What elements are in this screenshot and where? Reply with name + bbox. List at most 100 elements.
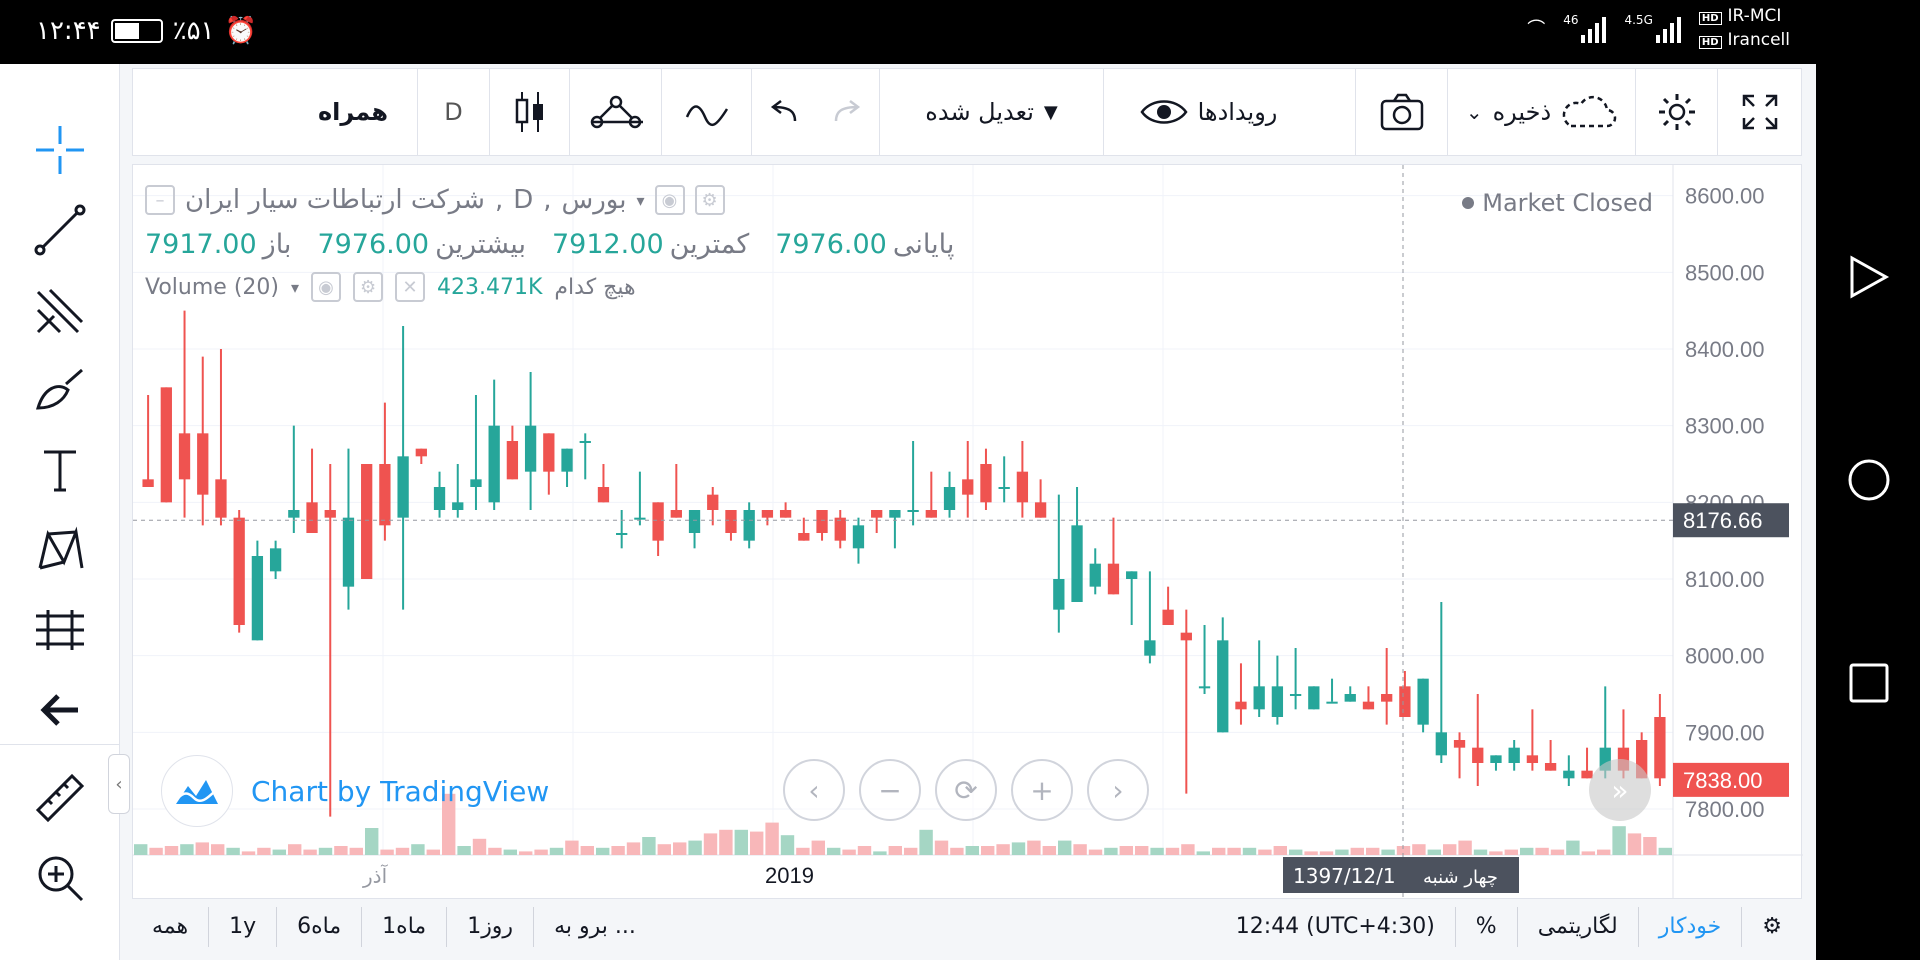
chart-panel[interactable]: 8600.00 8500.00 8400.00 8300.00 8200.00 8100.…: [132, 164, 1803, 954]
close-icon[interactable]: ✕: [395, 272, 426, 302]
candle-body: [743, 510, 755, 541]
candle-body: [1417, 678, 1429, 725]
collapse-legend-button[interactable]: –: [145, 185, 175, 215]
chart-type-button[interactable]: [489, 68, 569, 156]
candle-body: [397, 456, 409, 518]
last-price-label: 7838.00: [1683, 768, 1763, 793]
candle-body: [962, 479, 974, 495]
candle-body: [415, 448, 427, 457]
percent-toggle[interactable]: %: [1456, 906, 1518, 947]
save-button[interactable]: ⌄ ذخیره: [1447, 68, 1635, 156]
hide-drawings-tool[interactable]: [30, 680, 90, 740]
candle-body: [798, 533, 810, 541]
visibility-icon[interactable]: ◉: [654, 185, 685, 215]
volume-bar: [1550, 849, 1565, 855]
text-tool[interactable]: [30, 440, 90, 500]
redo-button[interactable]: [815, 68, 879, 156]
undo-button[interactable]: [751, 68, 815, 156]
low-value: 7912.00: [551, 229, 664, 260]
range-1d[interactable]: 1روز: [447, 906, 535, 947]
candle-body: [1107, 563, 1120, 595]
pattern-tool[interactable]: [30, 520, 90, 580]
prediction-icon: [36, 610, 84, 650]
volume-bar: [719, 829, 733, 855]
volume-bar: [1658, 847, 1672, 855]
chart-properties-button[interactable]: ⚙: [1742, 907, 1802, 947]
chart-nav-controls: ‹ − ⟳ + ›: [783, 759, 1149, 821]
volume-bar: [1412, 844, 1426, 855]
volume-bar: [164, 846, 179, 855]
compare-symbols-button[interactable]: [569, 68, 661, 156]
volume-bar: [134, 844, 148, 855]
gear-icon: ⚙: [1762, 914, 1782, 939]
zoom-out-button[interactable]: −: [859, 759, 921, 821]
visibility-icon[interactable]: ◉: [311, 272, 342, 302]
volume-bar: [1489, 851, 1503, 855]
gear-icon[interactable]: ⚙: [353, 272, 384, 302]
legend-separator: ,: [494, 185, 504, 215]
compare-label: همراه: [317, 98, 389, 126]
volume-bar: [180, 844, 194, 855]
interval-button[interactable]: D: [417, 68, 489, 156]
timezone-button[interactable]: 12:44 (UTC+4:30): [1216, 906, 1456, 947]
log-toggle[interactable]: لگاریتمی: [1518, 906, 1639, 947]
pitchfork-tool[interactable]: [30, 280, 90, 340]
goto-date-button[interactable]: برو به ...: [534, 907, 656, 947]
prediction-tool[interactable]: [30, 600, 90, 660]
crosshair-tool[interactable]: [30, 120, 90, 180]
tradingview-branding[interactable]: Chart by TradingView: [161, 755, 549, 827]
zoom-in-button[interactable]: +: [1011, 759, 1073, 821]
volume-bar: [904, 847, 918, 855]
range-all[interactable]: همه: [132, 906, 210, 947]
events-button[interactable]: رویدادها: [1103, 68, 1313, 156]
range-1y[interactable]: 1y: [209, 906, 278, 947]
volume-bar: [318, 847, 333, 855]
high-label: بیشترین: [435, 229, 526, 260]
volume-bar: [1643, 837, 1657, 855]
close-label: پایانی: [892, 229, 955, 260]
home-icon[interactable]: [1846, 457, 1892, 503]
range-1m[interactable]: 1ماه: [362, 906, 448, 947]
snapshot-button[interactable]: [1355, 68, 1447, 156]
scroll-right-button[interactable]: ›: [1087, 759, 1149, 821]
volume-row: Volume (20) ▾ ◉ ⚙ ✕ 423.471K هیچ کدام: [145, 272, 1475, 302]
auto-toggle[interactable]: خودکار: [1639, 906, 1743, 947]
volume-bar: [1011, 842, 1026, 855]
recents-icon[interactable]: [1846, 660, 1892, 706]
symbol-exchange: بورس: [561, 185, 627, 215]
time-tick-label: آذر: [362, 863, 389, 888]
indicators-button[interactable]: [661, 68, 751, 156]
candle-body: [251, 556, 264, 641]
volume-bar: [1427, 849, 1441, 855]
candle-body: [1362, 701, 1375, 710]
collapse-toolbar-button[interactable]: ‹: [108, 754, 130, 814]
volume-bar: [1381, 849, 1395, 855]
volume-bar: [1042, 846, 1056, 855]
fullscreen-button[interactable]: [1717, 68, 1801, 156]
candle-body: [1126, 571, 1138, 579]
eye-icon: [1140, 100, 1188, 124]
scroll-to-realtime-button[interactable]: »: [1589, 759, 1651, 821]
settings-button[interactable]: [1635, 68, 1717, 156]
volume-bar: [1212, 847, 1226, 855]
crosshair-price-label: 8176.66: [1683, 508, 1763, 533]
carrier-2-tag: HD: [1698, 36, 1722, 49]
reset-button[interactable]: ⟳: [935, 759, 997, 821]
gear-icon[interactable]: ⚙: [694, 185, 725, 215]
volume-bar: [1535, 847, 1549, 855]
back-icon[interactable]: [1846, 254, 1892, 300]
compare-button[interactable]: همراه: [289, 68, 417, 156]
range-6m[interactable]: 6ماه: [277, 906, 363, 947]
volume-bar: [673, 842, 687, 855]
scroll-left-button[interactable]: ‹: [783, 759, 845, 821]
brush-tool[interactable]: [30, 360, 90, 420]
volume-bar: [1473, 849, 1488, 855]
volume-bar: [996, 844, 1010, 855]
measure-tool[interactable]: [30, 768, 90, 828]
volume-bar: [1335, 849, 1349, 855]
volume-bar: [611, 846, 625, 855]
zoom-tool[interactable]: [30, 848, 90, 908]
adjusted-dropdown[interactable]: تعدیل شده ▼: [879, 68, 1103, 156]
candle-body: [561, 448, 573, 472]
trend-line-tool[interactable]: [30, 200, 90, 260]
